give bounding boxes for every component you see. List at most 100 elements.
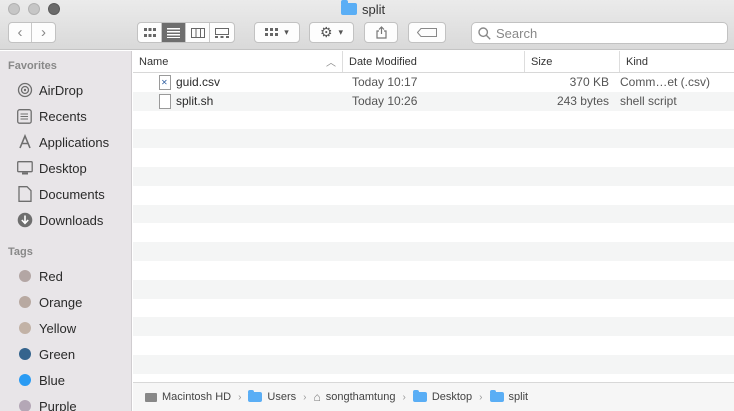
gallery-icon (215, 27, 229, 38)
empty-row (133, 129, 734, 149)
sidebar-item-tag-blue[interactable]: Blue (0, 367, 131, 393)
back-button[interactable]: ‹ (9, 23, 32, 42)
desktop-icon (16, 160, 33, 177)
list-view-button[interactable] (162, 23, 186, 42)
empty-row (133, 148, 734, 167)
column-header-row: Name ︿ Date Modified Size Kind (133, 51, 734, 73)
empty-row (133, 299, 734, 318)
path-item-split[interactable]: split (509, 391, 529, 403)
tags-header: Tags (8, 246, 33, 258)
file-kind: shell script (620, 94, 677, 109)
tag-dot-icon (19, 374, 31, 386)
sidebar-item-tag-yellow[interactable]: Yellow (0, 315, 131, 341)
sidebar-item-applications[interactable]: Applications (0, 129, 131, 155)
home-icon: ⌂ (313, 390, 321, 404)
share-button[interactable] (364, 22, 398, 43)
search-placeholder: Search (496, 25, 538, 41)
empty-row (133, 261, 734, 280)
file-name: guid.csv (176, 75, 221, 90)
empty-row (133, 111, 734, 130)
minimize-button[interactable] (28, 3, 40, 15)
tag-dot-icon (19, 348, 31, 360)
sidebar-item-desktop[interactable]: Desktop (0, 155, 131, 181)
empty-row (133, 374, 734, 382)
chevron-right-icon: › (402, 391, 406, 403)
group-button[interactable]: ▾ (254, 22, 300, 43)
sidebar: Favorites AirDrop Recents Applications D… (0, 51, 132, 411)
empty-row (133, 354, 734, 374)
applications-icon (16, 134, 33, 151)
tag-dot-icon (19, 270, 31, 282)
action-button[interactable]: ⚙ ▾ (309, 22, 354, 43)
table-row[interactable]: split.sh Today 10:26 243 bytes shell scr… (133, 91, 734, 111)
empty-row (133, 166, 734, 186)
zoom-button[interactable] (48, 3, 60, 15)
column-header-size[interactable]: Size (525, 51, 620, 72)
recents-icon (16, 108, 33, 125)
folder-icon (341, 0, 357, 15)
sidebar-item-airdrop[interactable]: AirDrop (0, 77, 131, 103)
document-icon (159, 93, 171, 109)
path-bar: Macintosh HD › Users › ⌂ songthamtung › … (133, 382, 734, 411)
sidebar-item-recents[interactable]: Recents (0, 103, 131, 129)
columns-icon (190, 27, 205, 38)
empty-row (133, 279, 734, 299)
forward-button[interactable]: › (32, 23, 55, 42)
sort-ascending-icon: ︿ (326, 58, 336, 69)
navigation-buttons: ‹ › (8, 22, 56, 43)
empty-row (133, 223, 734, 242)
folder-icon (412, 390, 427, 402)
hard-drive-icon (145, 392, 157, 402)
csv-file-icon (159, 74, 171, 90)
chevron-right-icon: › (238, 391, 242, 403)
column-header-date[interactable]: Date Modified (343, 51, 525, 72)
chevron-right-icon: › (303, 391, 307, 403)
path-item-home[interactable]: songthamtung (326, 391, 396, 403)
empty-row (133, 317, 734, 337)
gallery-view-button[interactable] (210, 23, 234, 42)
sidebar-item-tag-green[interactable]: Green (0, 341, 131, 367)
window-title: split (341, 0, 385, 18)
chevron-down-icon: ▾ (338, 27, 344, 37)
search-field[interactable]: Search (471, 22, 728, 44)
path-item-users[interactable]: Users (267, 391, 296, 403)
table-row[interactable]: guid.csv Today 10:17 370 KB Comm…et (.cs… (133, 73, 734, 92)
folder-icon (489, 390, 504, 402)
column-view-button[interactable] (186, 23, 210, 42)
chevron-right-icon: › (41, 24, 46, 41)
file-date: Today 10:26 (352, 94, 418, 109)
favorites-header: Favorites (8, 60, 57, 72)
chevron-down-icon: ▾ (284, 27, 289, 37)
sidebar-item-tag-purple[interactable]: Purple (0, 393, 131, 411)
file-date: Today 10:17 (352, 75, 418, 90)
empty-row (133, 204, 734, 224)
chevron-left-icon: ‹ (17, 24, 23, 41)
sidebar-item-tag-orange[interactable]: Orange (0, 289, 131, 315)
empty-row (133, 336, 734, 355)
tags-button[interactable] (408, 22, 446, 43)
sidebar-item-downloads[interactable]: Downloads (0, 207, 131, 233)
documents-icon (16, 186, 33, 203)
folder-icon (248, 390, 263, 402)
grid-icon (143, 27, 156, 37)
tag-dot-icon (19, 400, 31, 411)
toolbar: split ‹ › ▾ ⚙ ▾ Search (0, 0, 734, 50)
sidebar-item-documents[interactable]: Documents (0, 181, 131, 207)
file-name: split.sh (176, 94, 214, 109)
tag-icon (417, 28, 437, 37)
window-controls (8, 3, 60, 15)
downloads-icon (16, 212, 33, 229)
list-icon (167, 27, 180, 38)
empty-row (133, 242, 734, 261)
close-button[interactable] (8, 3, 20, 15)
column-header-kind[interactable]: Kind (620, 51, 734, 72)
group-icon (265, 28, 279, 36)
gear-icon: ⚙ (319, 24, 333, 40)
path-item-desktop[interactable]: Desktop (432, 391, 472, 403)
icon-view-button[interactable] (138, 23, 162, 42)
path-item-macintosh-hd[interactable]: Macintosh HD (162, 391, 231, 403)
file-rows: guid.csv Today 10:17 370 KB Comm…et (.cs… (133, 73, 734, 382)
column-header-name[interactable]: Name ︿ (133, 51, 343, 72)
sidebar-item-tag-red[interactable]: Red (0, 263, 131, 289)
file-kind: Comm…et (.csv) (620, 75, 710, 90)
